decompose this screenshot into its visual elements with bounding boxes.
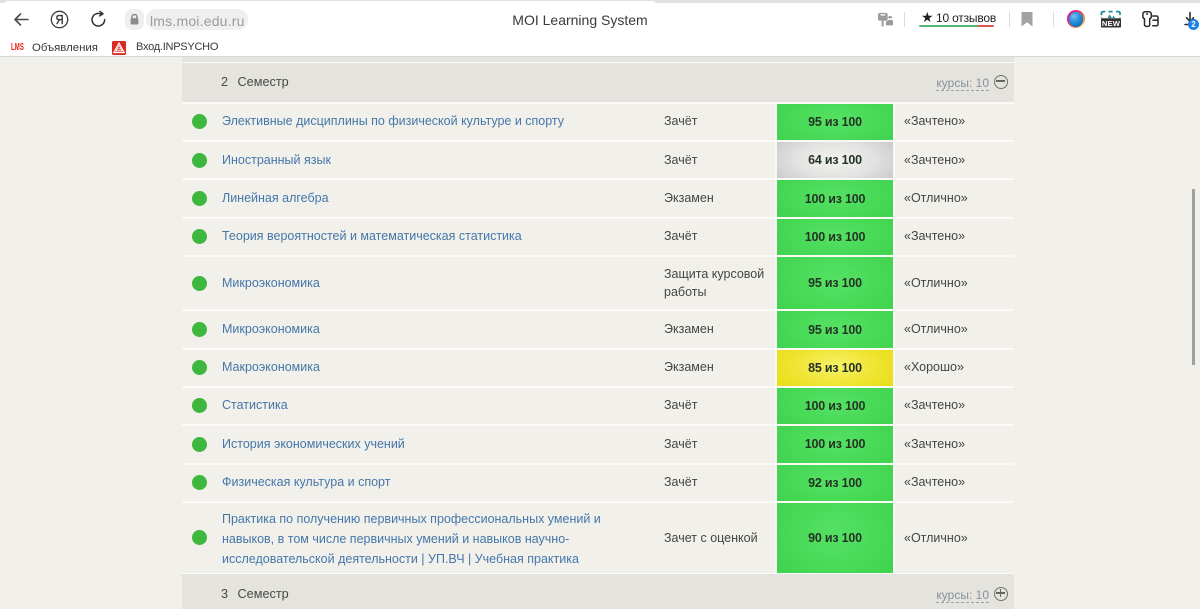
svg-text:NEW: NEW — [1102, 19, 1121, 28]
